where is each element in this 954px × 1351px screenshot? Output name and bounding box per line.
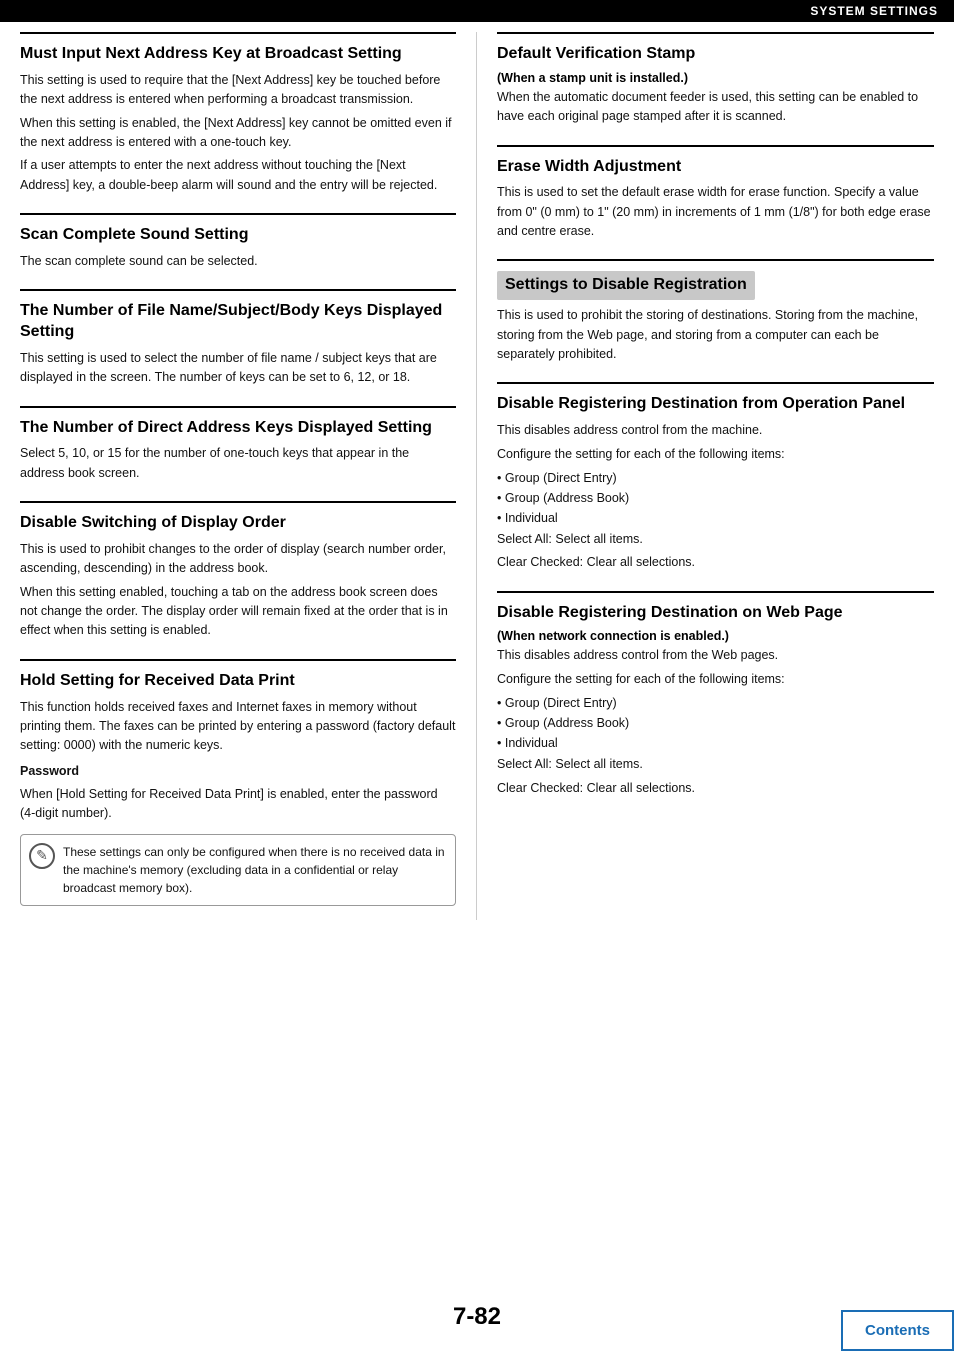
section-body-erase-width: This is used to set the default erase wi… — [497, 183, 934, 241]
section-title-file-name-keys: The Number of File Name/Subject/Body Key… — [20, 301, 456, 343]
header-title: SYSTEM SETTINGS — [810, 4, 938, 18]
left-column: Must Input Next Address Key at Broadcast… — [20, 32, 477, 920]
section-body-disable-registering-web: This disables address control from the W… — [497, 646, 934, 798]
bullet-item: Group (Address Book) — [497, 713, 934, 733]
bullet-item: Group (Direct Entry) — [497, 693, 934, 713]
section-body-settings-disable: This is used to prohibit the storing of … — [497, 306, 934, 364]
section-disable-registering-web: Disable Registering Destination on Web P… — [497, 591, 934, 816]
note-icon: ✎ — [29, 843, 55, 869]
section-settings-disable: Settings to Disable Registration This is… — [497, 259, 934, 382]
section-body-scan-complete: The scan complete sound can be selected. — [20, 252, 456, 271]
section-hold-setting: Hold Setting for Received Data Print Thi… — [20, 659, 456, 920]
section-title-disable-switching: Disable Switching of Display Order — [20, 513, 456, 534]
footer-area: 7-82 Contents — [0, 1291, 954, 1351]
section-title-direct-address-keys: The Number of Direct Address Keys Displa… — [20, 418, 456, 439]
section-title-hold-setting: Hold Setting for Received Data Print — [20, 671, 456, 692]
contents-button[interactable]: Contents — [841, 1310, 954, 1351]
section-title-disable-registering-web: Disable Registering Destination on Web P… — [497, 603, 934, 624]
section-body-default-verification: When the automatic document feeder is us… — [497, 88, 934, 127]
bullet-item: Individual — [497, 508, 934, 528]
main-content: Must Input Next Address Key at Broadcast… — [0, 22, 954, 930]
bullet-item: Group (Direct Entry) — [497, 468, 934, 488]
bullet-item: Group (Address Book) — [497, 488, 934, 508]
section-erase-width: Erase Width Adjustment This is used to s… — [497, 145, 934, 260]
section-title-settings-disable: Settings to Disable Registration — [497, 271, 755, 300]
page: SYSTEM SETTINGS Must Input Next Address … — [0, 0, 954, 1351]
section-subtitle-default-verification: (When a stamp unit is installed.) — [497, 71, 934, 85]
page-number: 7-82 — [453, 1303, 501, 1330]
section-title-erase-width: Erase Width Adjustment — [497, 157, 934, 178]
section-body-hold-setting: This function holds received faxes and I… — [20, 698, 456, 906]
section-body-direct-address-keys: Select 5, 10, or 15 for the number of on… — [20, 444, 456, 483]
section-body-file-name-keys: This setting is used to select the numbe… — [20, 349, 456, 388]
right-column: Default Verification Stamp (When a stamp… — [477, 32, 934, 920]
bullets-disable-registering-op: Group (Direct Entry) Group (Address Book… — [497, 468, 934, 528]
section-title-default-verification: Default Verification Stamp — [497, 44, 934, 65]
bullets-disable-registering-web: Group (Direct Entry) Group (Address Book… — [497, 693, 934, 753]
header-bar: SYSTEM SETTINGS — [0, 0, 954, 22]
section-body-disable-switching: This is used to prohibit changes to the … — [20, 540, 456, 641]
bullet-item: Individual — [497, 733, 934, 753]
section-title-scan-complete: Scan Complete Sound Setting — [20, 225, 456, 246]
section-disable-registering-op: Disable Registering Destination from Ope… — [497, 382, 934, 590]
section-disable-switching: Disable Switching of Display Order This … — [20, 501, 456, 659]
note-text: These settings can only be configured wh… — [63, 845, 445, 895]
section-body-must-input: This setting is used to require that the… — [20, 71, 456, 195]
section-title-disable-registering-op: Disable Registering Destination from Ope… — [497, 394, 934, 415]
password-label: Password — [20, 764, 79, 778]
section-subtitle-disable-registering-web: (When network connection is enabled.) — [497, 629, 934, 643]
section-title-must-input: Must Input Next Address Key at Broadcast… — [20, 44, 456, 65]
section-scan-complete: Scan Complete Sound Setting The scan com… — [20, 213, 456, 289]
section-direct-address-keys: The Number of Direct Address Keys Displa… — [20, 406, 456, 502]
note-box: ✎ These settings can only be configured … — [20, 834, 456, 906]
section-default-verification: Default Verification Stamp (When a stamp… — [497, 32, 934, 145]
section-must-input: Must Input Next Address Key at Broadcast… — [20, 32, 456, 213]
section-file-name-keys: The Number of File Name/Subject/Body Key… — [20, 289, 456, 405]
section-body-disable-registering-op: This disables address control from the m… — [497, 421, 934, 573]
